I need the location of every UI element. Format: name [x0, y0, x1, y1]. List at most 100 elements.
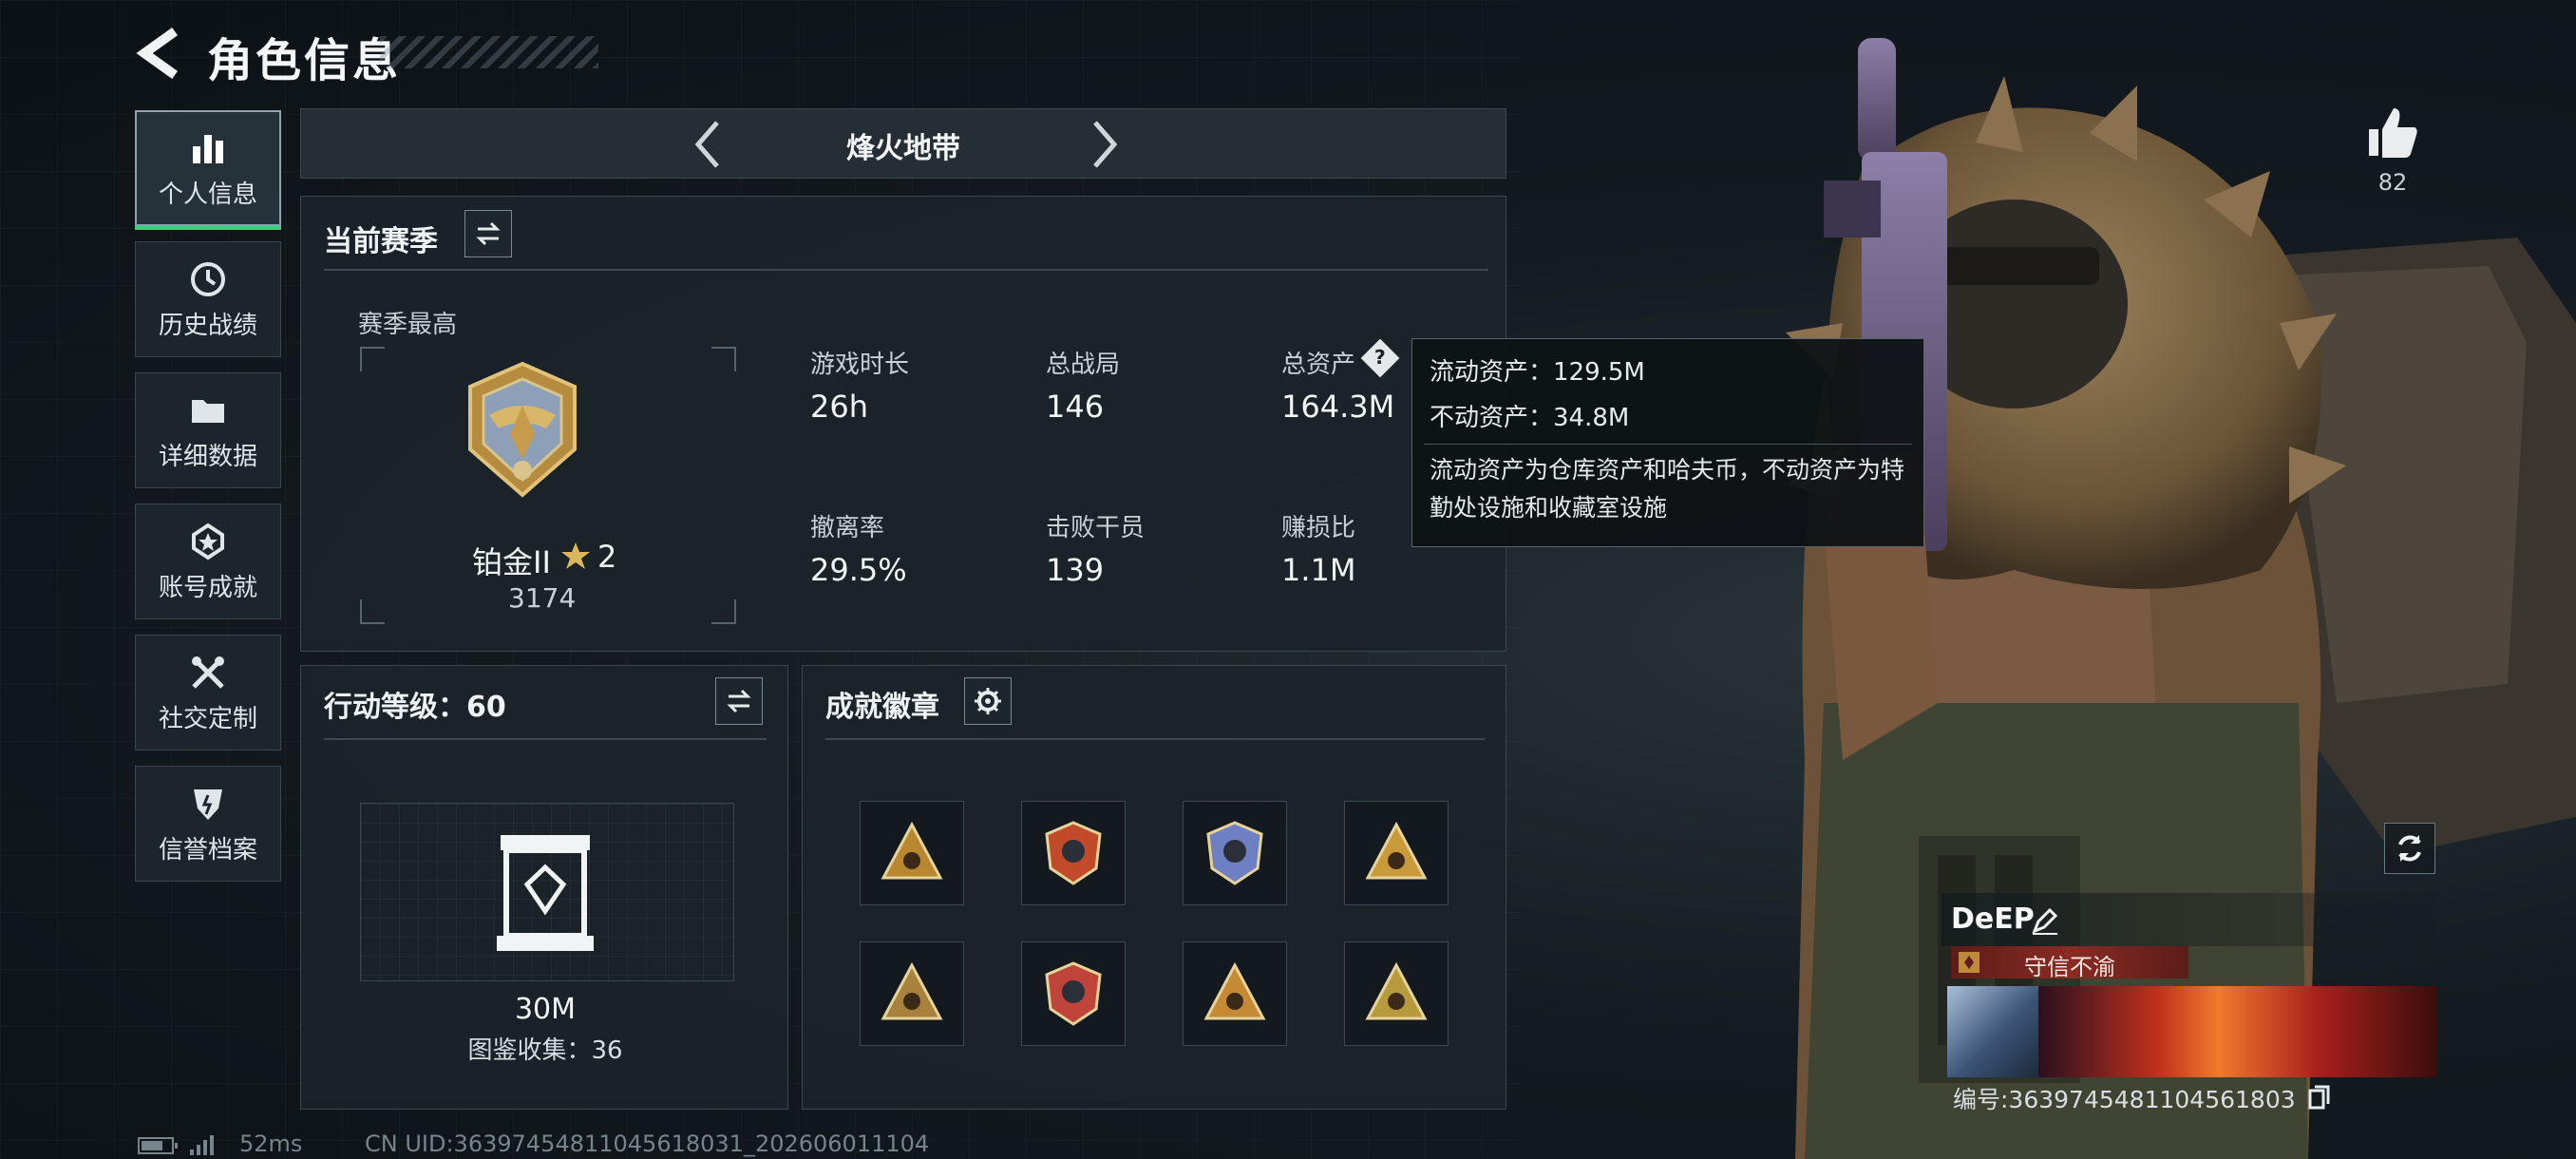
achievement-badge[interactable] — [860, 801, 964, 905]
sidebar-item-credit[interactable]: 信誉档案 — [135, 766, 281, 882]
season-panel: 当前赛季 赛季最高 铂金II 2 3174 游戏时长 26h 总战局 146 总… — [300, 196, 1506, 652]
collection-count: 图鉴收集：36 — [467, 1036, 623, 1065]
badge-emblem-icon — [1206, 821, 1263, 885]
banner-image — [2038, 986, 2437, 1077]
thumbs-up-icon[interactable] — [2365, 104, 2420, 160]
sidebar-item-label: 个人信息 — [158, 180, 257, 209]
season-highest-label: 赛季最高 — [358, 311, 458, 339]
collection-value: 30M — [514, 993, 577, 1026]
stat-value: 139 — [1046, 552, 1105, 588]
badge-emblem-icon — [1365, 961, 1428, 1020]
history-icon — [187, 258, 229, 300]
player-banner — [1947, 986, 2437, 1077]
stat-label: 游戏时长 — [810, 351, 910, 379]
title-decoration — [380, 36, 598, 68]
achievements-settings-button[interactable] — [964, 677, 1012, 725]
edit-pencil-icon[interactable] — [2031, 906, 2059, 935]
tooltip-liquid-assets: 流动资产：129.5M — [1430, 358, 1645, 387]
player-title: 守信不渝 — [2024, 954, 2115, 980]
action-level-title: 行动等级：60 — [324, 691, 506, 724]
battery-signal-icon — [138, 1135, 214, 1155]
swap-icon — [727, 689, 751, 713]
badge-emblem-icon — [1045, 961, 1102, 1026]
frame-corner — [711, 599, 736, 624]
sidebar-item-personal-info[interactable]: 个人信息 — [135, 110, 281, 230]
season-swap-button[interactable] — [464, 210, 512, 257]
assets-tooltip: 流动资产：129.5M 不动资产：34.8M 流动资产为仓库资产和哈夫币，不动资… — [1411, 338, 1924, 547]
badge-emblem-icon — [881, 961, 943, 1020]
footer-uid: CN UID:36397454811045618031_202606011104 — [365, 1130, 930, 1157]
stat-label: 赚损比 — [1281, 514, 1356, 542]
action-level-panel: 行动等级：60 30M 图鉴收集：36 — [300, 665, 788, 1110]
rank-score: 3174 — [508, 582, 577, 614]
shield-icon — [187, 783, 229, 825]
badge-emblem-icon — [881, 821, 943, 880]
stat-value: 1.1M — [1281, 552, 1356, 588]
back-arrow-icon[interactable] — [133, 27, 182, 80]
help-icon[interactable]: ? — [1360, 338, 1400, 378]
rotate-icon — [2398, 835, 2421, 862]
achievement-badge[interactable] — [1183, 941, 1287, 1046]
stat-label: 撤离率 — [810, 514, 885, 542]
rotate-model-button[interactable] — [2384, 823, 2435, 874]
divider — [324, 269, 1488, 271]
stat-label: 击败干员 — [1046, 514, 1146, 542]
achievement-badge[interactable] — [1021, 941, 1126, 1046]
sidebar-item-history[interactable]: 历史战绩 — [135, 241, 281, 357]
frame-corner — [360, 347, 385, 371]
player-title-badge: 守信不渝 — [1951, 946, 2188, 980]
player-name: DeEP — [1951, 902, 2035, 936]
achievements-title: 成就徽章 — [825, 691, 939, 724]
bar-chart-icon — [187, 127, 229, 169]
sidebar-item-social[interactable]: 社交定制 — [135, 635, 281, 750]
frame-corner — [711, 347, 736, 371]
achievement-icon — [187, 521, 229, 562]
achievement-badge[interactable] — [1344, 941, 1449, 1046]
achievements-panel: 成就徽章 — [802, 665, 1506, 1110]
latency: 52ms — [239, 1130, 303, 1157]
copy-icon[interactable] — [2308, 1085, 2331, 1110]
achievement-badge[interactable] — [860, 941, 964, 1046]
divider — [324, 738, 767, 740]
likes-count: 82 — [2377, 169, 2408, 196]
rank-emblem-icon — [468, 361, 577, 498]
sidebar-item-label: 历史战绩 — [158, 311, 257, 340]
sidebar-item-achievements[interactable]: 账号成就 — [135, 504, 281, 619]
star-icon — [561, 542, 590, 569]
achievement-badge[interactable] — [1183, 801, 1287, 905]
season-title: 当前赛季 — [324, 225, 438, 258]
badge-emblem-icon — [1365, 821, 1428, 880]
next-mode-arrow-icon[interactable] — [1086, 117, 1124, 172]
stat-label: 总战局 — [1046, 351, 1121, 379]
stat-value: 146 — [1046, 389, 1105, 425]
tooltip-divider — [1424, 444, 1912, 445]
stat-value: 29.5% — [810, 552, 907, 588]
stat-label: 总资产 — [1281, 351, 1356, 379]
badge-emblem-icon — [1045, 821, 1102, 885]
mode-selector: 烽火地带 — [300, 108, 1506, 179]
mode-title: 烽火地带 — [846, 132, 960, 165]
sidebar-item-label: 详细数据 — [158, 442, 257, 471]
rank-stars: 2 — [597, 539, 617, 575]
folder-icon — [187, 390, 229, 431]
achievement-badge[interactable] — [1021, 801, 1126, 905]
tooltip-description: 流动资产为仓库资产和哈夫币，不动资产为特勤处设施和收藏室设施 — [1430, 456, 1905, 522]
avatar[interactable] — [1947, 986, 2038, 1077]
tooltip-fixed-assets: 不动资产：34.8M — [1430, 404, 1630, 432]
achievement-badge[interactable] — [1344, 801, 1449, 905]
stat-value: 164.3M — [1281, 389, 1395, 425]
tools-icon — [187, 652, 229, 694]
frame-corner — [360, 599, 385, 624]
sidebar-item-details[interactable]: 详细数据 — [135, 372, 281, 488]
gear-icon — [975, 688, 1001, 714]
sidebar-item-label: 信誉档案 — [158, 835, 257, 864]
sidebar-item-label: 社交定制 — [158, 704, 257, 733]
action-level-swap-button[interactable] — [715, 677, 763, 725]
badge-emblem-icon — [1203, 961, 1266, 1020]
rank-name: 铂金II — [472, 544, 551, 580]
stat-value: 26h — [810, 389, 868, 425]
collection-case-icon — [497, 835, 594, 951]
player-uid: 编号:3639745481104561803 — [1953, 1086, 2296, 1113]
divider — [825, 738, 1485, 740]
swap-icon — [476, 221, 501, 246]
